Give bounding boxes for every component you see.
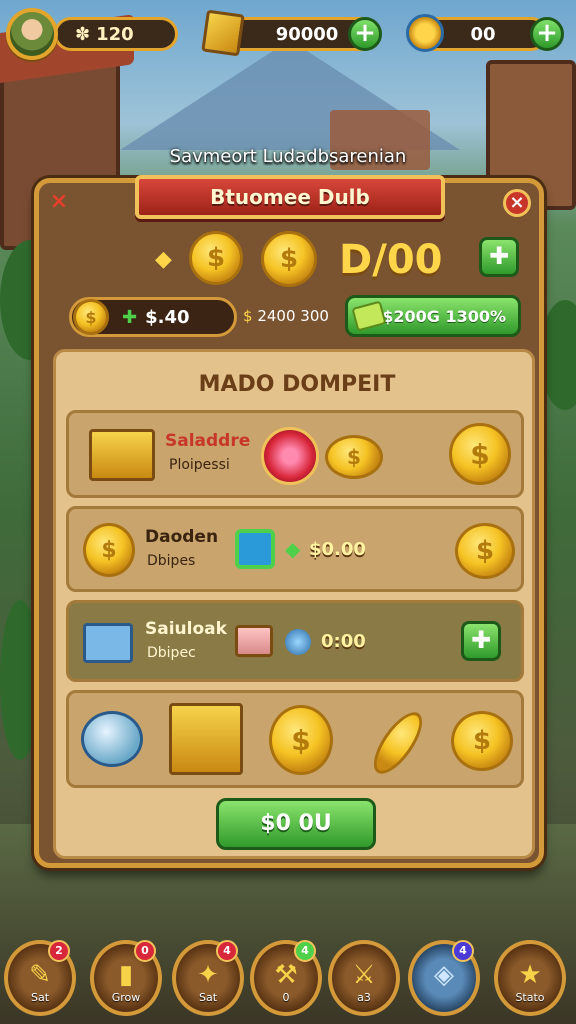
notification-badge: 4 <box>294 940 316 962</box>
notification-badge: 4 <box>216 940 238 962</box>
reward-amount: D/00 <box>339 237 443 283</box>
nav-item-build[interactable]: ⚔ a3 <box>328 940 400 1016</box>
offer-subtitle: Ploipessi <box>169 457 230 473</box>
offers-list: MADO DOMPEIT Saladdre Ploipessi $ $ $ Da… <box>53 349 535 859</box>
offer-row[interactable]: $ Daoden Dbipes ◆ $0.00 $ <box>66 506 524 592</box>
level-counter: ✽ 120 <box>54 17 178 51</box>
shop-panel: Btuomee Dulb × × ◆ $ $ D/00 ✚ ✚ $.40 $ $… <box>34 175 544 868</box>
purchase-button[interactable]: $0 0U <box>216 798 376 850</box>
plus-icon: ✚ <box>122 306 138 328</box>
close-icon[interactable]: × <box>45 191 73 219</box>
coin-icon: $ <box>451 711 513 771</box>
notification-badge: 0 <box>134 940 156 962</box>
add-gold-button[interactable]: + <box>348 17 382 51</box>
coin-icon: $ <box>261 231 317 287</box>
level-prefix-icon: ✽ <box>75 23 91 45</box>
coin-icon: $ <box>189 231 243 285</box>
nav-item-grow[interactable]: ▮ 0 Grow <box>90 940 162 1016</box>
close-button[interactable]: × <box>503 189 531 217</box>
coin-icon: $ <box>83 523 135 577</box>
coin-icon: $ <box>325 435 383 479</box>
dollar-icon: $ <box>243 307 253 325</box>
gold-bars-icon <box>89 429 155 481</box>
section-title: MADO DOMPEIT <box>198 372 396 397</box>
add-medal-button[interactable]: + <box>530 17 564 51</box>
nav-item-sat[interactable]: ✎ 2 Sat <box>4 940 76 1016</box>
bonus-offer-label: $200G 1300% <box>382 306 506 326</box>
coin-icon: $ <box>269 705 333 775</box>
medal-icon <box>406 14 444 52</box>
nav-label: Sat <box>198 991 218 1004</box>
offer-price: $0.00 <box>309 539 366 560</box>
chest-icon <box>235 529 275 569</box>
treasure-box-icon <box>169 703 243 775</box>
boot-icon: ✦ <box>197 960 219 990</box>
scroll-icon: ✎ <box>29 960 51 990</box>
axe-icon: ⚔ <box>352 960 376 990</box>
level-value: 120 <box>96 23 134 45</box>
offer-row[interactable]: Saladdre Ploipessi $ $ <box>66 410 524 498</box>
present-icon <box>235 625 273 657</box>
orb-icon <box>285 629 311 655</box>
nav-label: 0 <box>282 991 290 1004</box>
nav-item-tools[interactable]: ⚒ 4 0 <box>250 940 322 1016</box>
crystal-egg-icon <box>81 711 143 767</box>
bottom-navigation: ✎ 2 Sat ▮ 0 Grow ✦ 4 Sat ⚒ 4 0 ⚔ a3 ◈ 4 … <box>0 936 576 1024</box>
coin-edge-icon <box>365 704 431 782</box>
buy-offer-button[interactable]: ✚ <box>461 621 501 661</box>
offer-name: Saiuloak <box>145 619 227 639</box>
coin-icon: $ <box>73 299 109 335</box>
notification-badge: 2 <box>48 940 70 962</box>
offer-row[interactable]: $ $ <box>66 690 524 788</box>
nav-label: Sat <box>30 991 50 1004</box>
nav-item-stato[interactable]: ★ Stato <box>494 940 566 1016</box>
panel-title: Btuomee Dulb <box>210 185 370 209</box>
door-icon: ▮ <box>118 960 134 990</box>
ruby-icon <box>261 427 319 485</box>
offer-subtitle: Dbipes <box>147 553 196 569</box>
nav-label: Grow <box>111 991 141 1004</box>
nav-label: Stato <box>515 991 545 1004</box>
panel-title-ribbon: Btuomee Dulb <box>135 175 445 219</box>
nav-label: a3 <box>357 991 371 1004</box>
offer-subtitle: Dbipec <box>147 645 196 661</box>
nav-item-sat-2[interactable]: ✦ 4 Sat <box>172 940 244 1016</box>
coin-stack-icon: $ <box>449 423 511 485</box>
gold-value: 90000 <box>275 23 339 45</box>
secondary-amount: $ 2400 300 <box>243 307 329 325</box>
offer-row[interactable]: Saiuloak Dbipec 0:00 ✚ <box>66 600 524 682</box>
hammer-icon: ⚒ <box>274 960 298 990</box>
star-icon: ★ <box>518 960 542 990</box>
add-reward-button[interactable]: ✚ <box>479 237 519 277</box>
map-icon: ◈ <box>434 960 454 990</box>
top-hud: ✽ 120 90000 + 00 + <box>0 6 576 62</box>
player-avatar[interactable] <box>6 8 58 60</box>
medal-value: 00 <box>470 23 496 45</box>
background-bush <box>540 300 576 410</box>
offer-name: Saladdre <box>165 431 251 451</box>
nav-item-map[interactable]: ◈ 4 <box>408 940 480 1016</box>
sparkle-icon: ◆ <box>155 247 172 272</box>
sparkle-icon: ◆ <box>285 537 301 561</box>
coin-icon: $ <box>455 523 515 579</box>
scene-title: Savmeort Ludadbsarenian <box>169 146 407 167</box>
balance-value: $.40 <box>145 306 190 328</box>
gold-bar-icon <box>201 9 245 57</box>
gift-box-icon <box>83 623 133 663</box>
offer-name: Daoden <box>145 527 219 547</box>
offer-price: 0:00 <box>321 631 366 652</box>
notification-badge: 4 <box>452 940 474 962</box>
bonus-offer-button[interactable]: $200G 1300% <box>345 295 521 337</box>
gem-icon <box>351 300 387 332</box>
